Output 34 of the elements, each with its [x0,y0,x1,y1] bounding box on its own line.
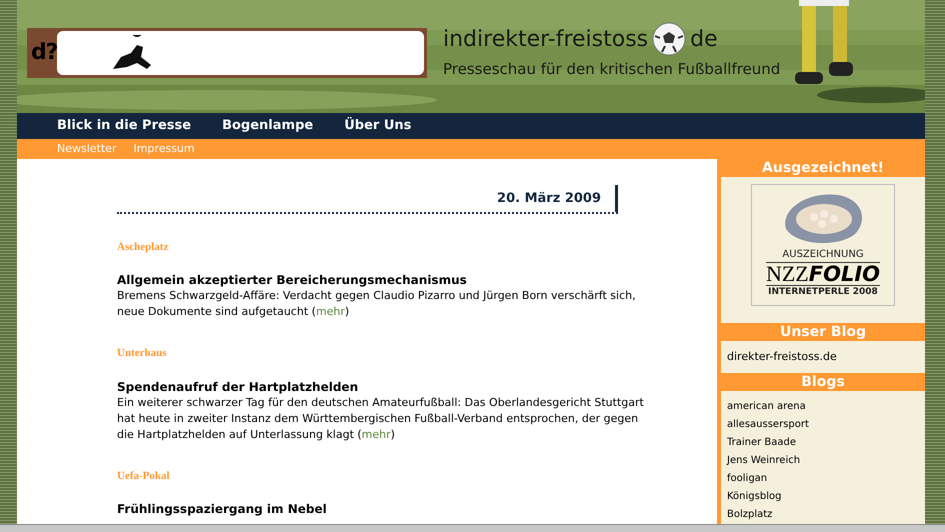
category-label: Unterhaus [117,346,168,361]
nav-link[interactable]: Über Uns [344,116,412,136]
site-title: indirekter-freistoss [443,26,648,54]
site-title-suffix: de [690,26,718,54]
nav-link[interactable]: Bogenlampe [222,116,314,136]
blog-link[interactable]: american arena [727,398,919,416]
date-heading: 20. März 2009 [497,185,618,212]
blog-link[interactable]: allesaussersport [727,416,919,434]
nav-link[interactable]: Blick in die Presse [57,116,192,136]
article-text: Bremens Schwarzgeld-Affäre: Verdacht gegen Claudio Pizarro und Jürgen Born verschärft sich, neue Dokumente sind aufgetaucht (mehr) [117,288,637,320]
category-label: Uefa-Pokal [117,468,171,484]
article-text: Ein weiterer schwarzer Tag für den deutschen Amateurfußball: Das Oberlandesgericht Stuttgart hat heute in zweiter Instanz dem Württembergischen Fußball-Verband entsprochen, der gegen die Hartplatzhelden auf Unterlassung klagt (mehr) [117,394,645,442]
sidebar-heading: Unser Blog [721,323,925,341]
blog-link[interactable]: Jens Weinreich [727,452,919,470]
football-icon [652,22,686,56]
blog-link[interactable]: Trainer Baade [727,434,919,452]
blog-link[interactable]: direkter-freistoss.de [727,348,919,366]
sidebar-heading: Blogs [721,373,925,391]
more-link[interactable]: mehr [316,305,345,318]
logo-text: d? [31,39,58,67]
tagline: Presseschau für den kritischen Fußballfreund [443,59,780,80]
badge-text: AUSZEICHNUNG [782,249,864,261]
blog-link[interactable]: fooligan [727,470,919,488]
article-title[interactable]: Frühlingsspaziergang im Nebel [117,501,657,517]
category-label: Ascheplatz [117,240,170,254]
badge-text: INTERNETPERLE 2008 [768,286,878,298]
article-title[interactable]: Allgemein akzeptierter Bereicherungsmechanismus [117,272,657,288]
blog-link[interactable]: Bolzplatz [727,506,919,524]
article-title[interactable]: Spendenaufruf der Hartplatzhelden [117,378,657,394]
badge-brand-bold: FOLIO [808,263,880,285]
blog-link[interactable]: Königsblog [727,488,919,506]
badge-brand: NZZ [766,263,809,285]
more-link[interactable]: mehr [362,428,391,440]
sidebar-heading: Ausgezeichnet! [721,159,925,177]
